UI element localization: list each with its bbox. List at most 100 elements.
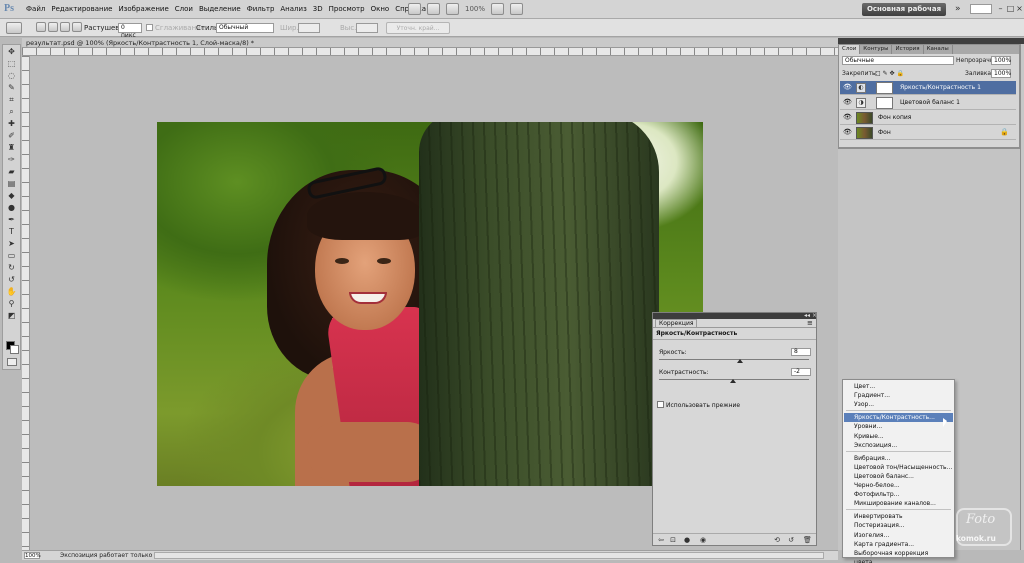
menu-item[interactable]: Анализ: [280, 5, 306, 13]
crop-tool-icon[interactable]: ⌗: [5, 94, 18, 105]
menu-item[interactable]: Яркость/Контрастность...: [844, 413, 953, 423]
workspace-button[interactable]: Основная рабочая среда: [862, 3, 946, 26]
hand-tool-icon[interactable]: ✋: [5, 286, 18, 297]
document-tab[interactable]: результат.psd @ 100% (Яркость/Контрастно…: [22, 38, 838, 48]
expand-view-icon[interactable]: ⊡: [669, 536, 677, 544]
view-previous-state-icon[interactable]: ⟲: [773, 536, 781, 544]
menu-item[interactable]: Черно-белое...: [844, 481, 953, 490]
tab-paths[interactable]: Контуры: [860, 45, 893, 54]
dodge-tool-icon[interactable]: ●: [5, 202, 18, 213]
menu-item[interactable]: Фильтр: [247, 5, 275, 13]
history-brush-tool-icon[interactable]: ✑: [5, 154, 18, 165]
contrast-slider-handle[interactable]: [729, 379, 736, 383]
status-zoom-field[interactable]: 100%: [24, 552, 41, 559]
zoom-level[interactable]: 100%: [465, 5, 485, 13]
shape-tool-icon[interactable]: ▭: [5, 250, 18, 261]
workspace-overflow-icon[interactable]: »: [955, 4, 961, 14]
menu-item[interactable]: Изображение: [118, 5, 168, 13]
status-info-text[interactable]: Экспозиция работает только в ...: [60, 552, 165, 559]
height-input[interactable]: [356, 23, 378, 33]
menu-item[interactable]: Цветовой тон/Насыщенность...: [844, 463, 953, 472]
layer-row[interactable]: 👁 ◐ Яркость/Контрастность 1: [840, 81, 1016, 95]
mini-bridge-icon[interactable]: [427, 3, 440, 15]
tab-layers[interactable]: Слои: [839, 45, 861, 54]
menu-item[interactable]: Карта градиента...: [844, 540, 953, 549]
blur-tool-icon[interactable]: ◆: [5, 190, 18, 201]
eye-icon[interactable]: 👁: [843, 129, 852, 136]
clone-stamp-tool-icon[interactable]: ♜: [5, 142, 18, 153]
brightness-slider-handle[interactable]: [737, 359, 743, 363]
eye-icon[interactable]: 👁: [843, 114, 852, 121]
fill-input[interactable]: 100%: [991, 69, 1011, 78]
return-to-list-icon[interactable]: ⇦: [657, 536, 665, 544]
quick-mask-icon[interactable]: [7, 358, 17, 366]
screen-mode-icon[interactable]: [510, 3, 524, 15]
path-selection-tool-icon[interactable]: ➤: [5, 238, 18, 249]
layer-mask-thumbnail[interactable]: [876, 97, 893, 109]
3d-orbit-tool-icon[interactable]: ↺: [5, 274, 18, 285]
reset-icon[interactable]: ↺: [787, 536, 795, 544]
eye-icon[interactable]: 👁: [843, 84, 852, 91]
lasso-tool-icon[interactable]: ◌: [5, 70, 18, 81]
zoom-tool-icon[interactable]: ⚲: [5, 298, 18, 309]
contrast-input[interactable]: -2: [791, 368, 811, 376]
delete-adjustment-icon[interactable]: 🗑: [803, 536, 812, 544]
intersect-selection-icon[interactable]: [72, 22, 82, 32]
menu-item[interactable]: Фотофильтр...: [844, 490, 953, 499]
marquee-tool-preset-icon[interactable]: [6, 22, 22, 34]
antialias-checkbox[interactable]: [146, 24, 153, 31]
search-field[interactable]: [970, 4, 992, 14]
quick-select-tool-icon[interactable]: ✎: [5, 82, 18, 93]
document-image[interactable]: [157, 122, 703, 486]
subtract-selection-icon[interactable]: [60, 22, 70, 32]
eye-icon[interactable]: 👁: [843, 99, 852, 106]
blend-mode-select[interactable]: Обычные: [842, 56, 954, 65]
layer-row[interactable]: 👁 Фон 🔒: [840, 126, 1016, 140]
refine-edge-button[interactable]: Уточн. край...: [386, 22, 450, 34]
tab-history[interactable]: История: [892, 45, 924, 54]
3d-rotate-tool-icon[interactable]: ↻: [5, 262, 18, 273]
menu-item[interactable]: Слои: [175, 5, 193, 13]
menu-item[interactable]: Цветовой баланс...: [844, 472, 953, 481]
new-selection-icon[interactable]: [36, 22, 46, 32]
close-icon[interactable]: ×: [1015, 4, 1024, 13]
menu-item[interactable]: Уровни...: [844, 422, 953, 431]
brightness-input[interactable]: 8: [791, 348, 811, 356]
tab-channels[interactable]: Каналы: [924, 45, 953, 54]
menu-item[interactable]: Градиент...: [844, 391, 953, 400]
brush-tool-icon[interactable]: ✐: [5, 130, 18, 141]
healing-brush-tool-icon[interactable]: ✚: [5, 118, 18, 129]
view-extras-icon[interactable]: [446, 3, 459, 15]
background-color-swatch[interactable]: [10, 345, 19, 354]
menu-item[interactable]: Редактирование: [51, 5, 112, 13]
clip-to-layer-icon[interactable]: ●: [683, 536, 691, 544]
menu-item[interactable]: Кривые...: [844, 432, 953, 441]
menu-item[interactable]: 3D: [313, 5, 323, 13]
menu-item[interactable]: Выборочная коррекция цвета...: [844, 549, 953, 563]
menu-item[interactable]: Микширование каналов...: [844, 499, 953, 508]
brightness-slider[interactable]: [659, 359, 809, 360]
menu-item[interactable]: Вибрация...: [844, 454, 953, 463]
menu-item[interactable]: Окно: [371, 5, 390, 13]
layer-row[interactable]: 👁 ◑ Цветовой баланс 1: [840, 96, 1016, 110]
layer-mask-thumbnail[interactable]: [876, 82, 893, 94]
dock-collapsed-strip[interactable]: [1020, 44, 1024, 550]
menu-item[interactable]: Файл: [26, 5, 45, 13]
add-selection-icon[interactable]: [48, 22, 58, 32]
menu-item[interactable]: Просмотр: [329, 5, 365, 13]
menu-item[interactable]: Выделение: [199, 5, 241, 13]
default-colors-icon[interactable]: ◩: [5, 310, 18, 321]
toggle-visibility-icon[interactable]: ◉: [699, 536, 707, 544]
menu-item[interactable]: Цвет...: [844, 382, 953, 391]
width-input[interactable]: [298, 23, 320, 33]
bridge-icon[interactable]: [408, 3, 421, 15]
minimize-icon[interactable]: –: [996, 4, 1005, 13]
arrange-documents-icon[interactable]: [491, 3, 505, 15]
menu-item[interactable]: Узор...: [844, 400, 953, 409]
menu-item[interactable]: Инвертировать: [844, 512, 953, 521]
menu-item[interactable]: Постеризация...: [844, 521, 953, 530]
move-tool-icon[interactable]: ✥: [5, 46, 18, 57]
marquee-tool-icon[interactable]: ⬚: [5, 58, 18, 69]
eyedropper-tool-icon[interactable]: ⌕: [5, 106, 18, 117]
layer-row[interactable]: 👁 Фон копия: [840, 111, 1016, 125]
